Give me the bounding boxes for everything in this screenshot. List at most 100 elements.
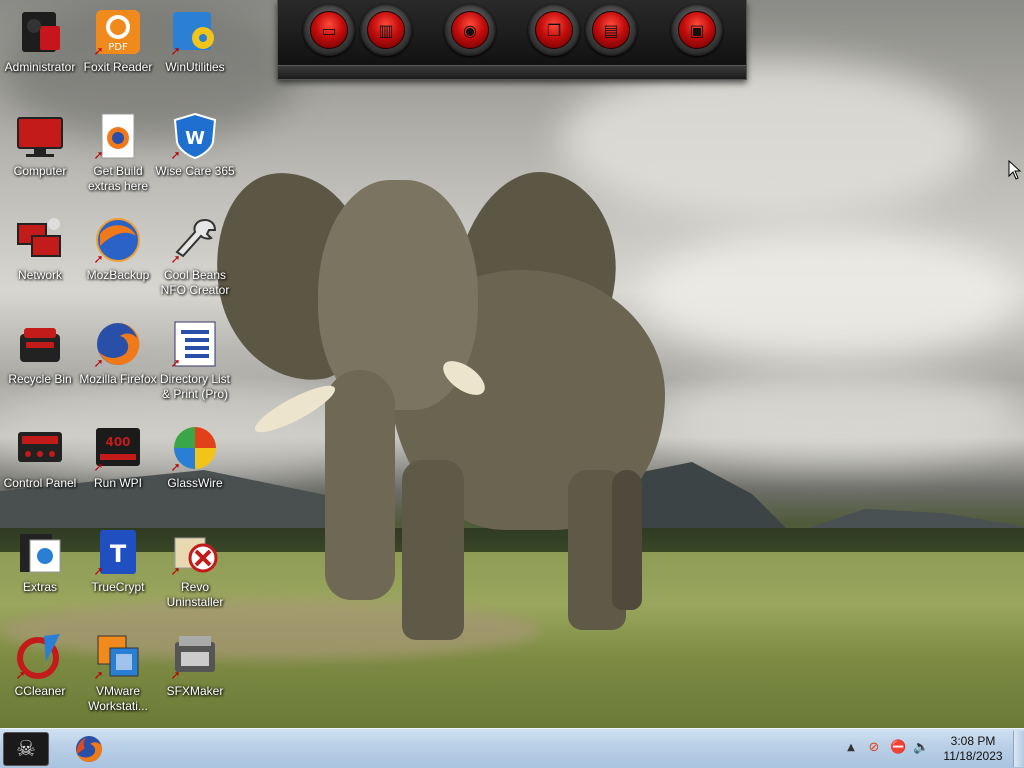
shortcut-arrow-icon: ➚ [93, 44, 104, 58]
shortcut-arrow-icon: ➚ [93, 356, 104, 370]
extras-folder-icon [16, 528, 64, 576]
dock-package-button[interactable]: ▣ [671, 4, 723, 56]
taskbar-clock[interactable]: 3:08 PM 11/18/2023 [938, 734, 1008, 764]
show-desktop-button[interactable] [1013, 731, 1024, 767]
shortcut-arrow-icon: ➚ [93, 564, 104, 578]
recycle-bin-icon [16, 320, 64, 368]
desktop-icon[interactable]: ➚ Cool Beans NFO Creator [155, 210, 235, 310]
desktop-icon-label: SFXMaker [166, 684, 224, 698]
monitor-icon: ▭ [321, 20, 337, 40]
shortcut-arrow-icon: ➚ [170, 252, 181, 266]
dock-documents-button[interactable]: ▤ [585, 4, 637, 56]
desktop-icon[interactable]: PDF ➚ Foxit Reader [78, 2, 158, 102]
taskbar-firefox-button[interactable] [72, 733, 106, 765]
firefox-icon [76, 736, 102, 762]
desktop-icon-label: GlassWire [167, 476, 223, 490]
desktop-icon[interactable]: Recycle Bin [0, 314, 80, 414]
desktop-icon-label: Wise Care 365 [155, 164, 235, 178]
desktop-icon[interactable]: 400 ➚ Run WPI [78, 418, 158, 518]
dock-folder-stack-button[interactable]: ❐ [528, 4, 580, 56]
desktop-icon[interactable]: ➚ GlassWire [155, 418, 235, 518]
control-panel-icon [16, 424, 64, 472]
shortcut-arrow-icon: ➚ [170, 668, 181, 682]
desktop-icon[interactable]: ➚ Revo Uninstaller [155, 522, 235, 622]
vmware-icon: ➚ [93, 632, 142, 682]
sfxmaker-icon: ➚ [170, 632, 219, 682]
desktop-icon-label: Cool Beans NFO Creator [160, 268, 230, 297]
desktop-icon[interactable]: ➚ Mozilla Firefox [78, 314, 158, 414]
shortcut-arrow-icon: ➚ [170, 564, 181, 578]
desktop-icon-label: Revo Uninstaller [166, 580, 224, 609]
start-button[interactable]: ☠ [3, 732, 49, 766]
user-folder-icon [16, 8, 64, 56]
folder-stack-icon: ❐ [546, 20, 562, 40]
wrench-icon: ➚ [170, 216, 219, 266]
desktop-icon[interactable]: T ➚ TrueCrypt [78, 522, 158, 622]
desktop-icon-label: TrueCrypt [91, 580, 145, 594]
directory-list-icon: ➚ [170, 320, 219, 370]
dock-disc-button[interactable]: ◉ [444, 4, 496, 56]
desktop-icon[interactable]: ➚ Get Build extras here [78, 106, 158, 206]
truecrypt-icon: T ➚ [93, 528, 142, 578]
desktop-icon[interactable]: ➚ SFXMaker [155, 626, 235, 726]
desktop-icon[interactable]: W ➚ Wise Care 365 [155, 106, 235, 206]
dock-recycle-bin-button[interactable]: ▥ [360, 4, 412, 56]
taskbar: ☠ ▲ ⊘ ⛔ 🔈 3:08 PM 11/18/2023 [0, 728, 1024, 768]
shortcut-arrow-icon: ➚ [15, 668, 26, 682]
foxit-pdf-icon: PDF ➚ [93, 8, 142, 58]
mouse-cursor-icon [1008, 160, 1022, 180]
package-icon: ▣ [689, 20, 705, 40]
desktop-icon-label: Computer [13, 164, 67, 178]
desktop-icon[interactable]: ➚ WinUtilities [155, 2, 235, 102]
mozbackup-icon: ➚ [93, 216, 142, 266]
desktop-icon[interactable]: ➚ MozBackup [78, 210, 158, 310]
ccleaner-icon: ➚ [15, 632, 64, 682]
desktop-icon-label: MozBackup [86, 268, 150, 282]
desktop-icon-label: VMware Workstati... [88, 684, 148, 713]
shortcut-arrow-icon: ➚ [93, 668, 104, 682]
show-hidden-icons-arrow[interactable]: ▲ [843, 740, 859, 756]
desktop-icon-label: CCleaner [14, 684, 66, 698]
blocked-icon[interactable]: ⛔ [890, 740, 906, 756]
svg-text:T: T [110, 540, 127, 568]
revo-uninstaller-icon: ➚ [170, 528, 219, 578]
desktop-icon-label: Get Build extras here [87, 164, 149, 193]
desktop-icon[interactable]: Control Panel [0, 418, 80, 518]
documents-icon: ▤ [603, 20, 619, 40]
svg-text:400: 400 [105, 435, 130, 449]
desktop-icon-label: Network [17, 268, 62, 282]
desktop-icon[interactable]: Network [0, 210, 80, 310]
desktop-icon[interactable]: ➚ VMware Workstati... [78, 626, 158, 726]
shortcut-arrow-icon: ➚ [93, 148, 104, 162]
shortcut-arrow-icon: ➚ [170, 44, 181, 58]
desktop-icon[interactable]: Computer [0, 106, 80, 206]
shortcut-arrow-icon: ➚ [170, 148, 181, 162]
desktop-icon[interactable]: ➚ Directory List & Print (Pro) [155, 314, 235, 414]
wpi-icon: 400 ➚ [93, 424, 142, 474]
desktop-icon[interactable]: Administrator [0, 2, 80, 102]
svg-text:W: W [185, 128, 205, 149]
shortcut-arrow-icon: ➚ [93, 460, 104, 474]
network-status-icon[interactable]: ⊘ [866, 740, 882, 756]
disc-icon: ◉ [463, 20, 477, 40]
firefox-document-icon: ➚ [93, 112, 142, 162]
desktop-icon-label: Control Panel [3, 476, 77, 490]
volume-icon[interactable]: 🔈 [913, 740, 929, 756]
shortcut-arrow-icon: ➚ [93, 252, 104, 266]
dock-monitor-button[interactable]: ▭ [303, 4, 355, 56]
desktop-icon-label: Extras [22, 580, 57, 594]
dock-rail [278, 65, 746, 79]
firefox-icon: ➚ [93, 320, 142, 370]
pirate-flag-icon: ☠ [16, 736, 36, 762]
desktop-icon[interactable]: Extras [0, 522, 80, 622]
wise-care-shield-icon: W ➚ [170, 112, 219, 162]
glasswire-icon: ➚ [170, 424, 219, 474]
winutilities-icon: ➚ [170, 8, 219, 58]
monitor-icon [16, 112, 64, 160]
shortcut-arrow-icon: ➚ [170, 356, 181, 370]
desktop-icon[interactable]: ➚ CCleaner [0, 626, 80, 726]
clock-date: 11/18/2023 [943, 749, 1003, 763]
desktop-icon-label: WinUtilities [165, 60, 225, 74]
launcher-dock: ▭ ▥ ◉ ❐ ▤ ▣ [277, 0, 747, 80]
shortcut-arrow-icon: ➚ [170, 460, 181, 474]
